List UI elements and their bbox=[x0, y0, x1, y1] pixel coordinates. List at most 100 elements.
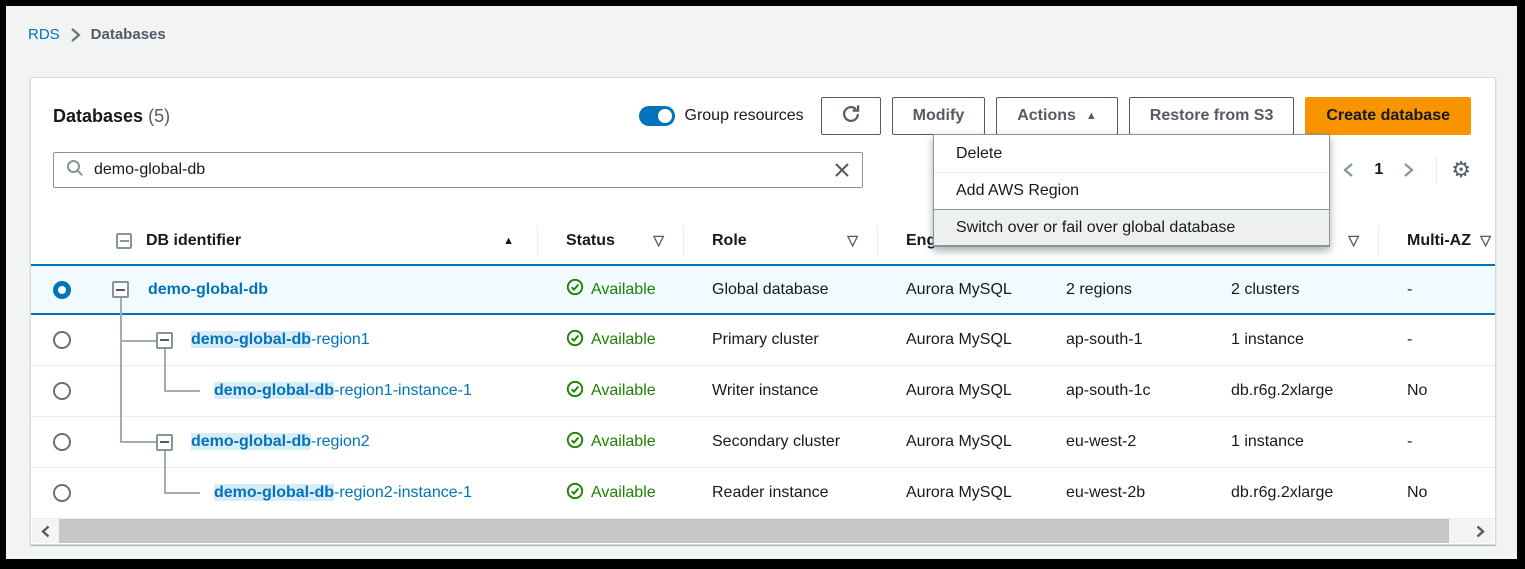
db-identifier-link[interactable]: demo-global-db-region2-instance-1 bbox=[214, 484, 472, 502]
header-status-label: Status bbox=[566, 232, 615, 250]
scroll-right-icon[interactable] bbox=[1467, 519, 1494, 543]
breadcrumb: RDS Databases bbox=[28, 26, 166, 43]
table-body: demo-global-db Available Global database… bbox=[31, 264, 1495, 519]
engine-cell: Aurora MySQL bbox=[878, 433, 1038, 451]
actions-button-label: Actions bbox=[1017, 107, 1076, 125]
resource-count: (5) bbox=[148, 106, 170, 126]
search-input[interactable]: demo-global-db bbox=[53, 152, 863, 188]
db-identifier-link[interactable]: demo-global-db-region1-instance-1 bbox=[214, 382, 472, 400]
multi-az-cell: - bbox=[1379, 331, 1495, 349]
role-cell: Secondary cluster bbox=[684, 433, 878, 451]
db-identifier-link[interactable]: demo-global-db-region1 bbox=[191, 331, 370, 349]
search-value: demo-global-db bbox=[94, 161, 824, 179]
status-cell: Available bbox=[538, 278, 684, 301]
table-row[interactable]: demo-global-db-region1 Available Primary… bbox=[31, 315, 1495, 366]
header-status[interactable]: Status ▽ bbox=[538, 226, 684, 256]
region-cell: eu-west-2 bbox=[1038, 433, 1203, 451]
row-radio[interactable] bbox=[53, 382, 71, 400]
size-cell: 1 instance bbox=[1203, 433, 1379, 451]
menu-item-add-aws-region[interactable]: Add AWS Region bbox=[934, 172, 1329, 209]
header-role-label: Role bbox=[712, 232, 747, 250]
actions-dropdown-menu: Delete Add AWS Region Switch over or fai… bbox=[933, 134, 1330, 247]
multi-az-filter-icon[interactable]: ▽ bbox=[1480, 232, 1491, 249]
engine-cell: Aurora MySQL bbox=[878, 281, 1038, 299]
collapse-row-icon[interactable] bbox=[112, 281, 129, 298]
table-row[interactable]: demo-global-db Available Global database… bbox=[31, 264, 1495, 315]
status-text: Available bbox=[591, 433, 656, 451]
status-cell: Available bbox=[538, 482, 684, 505]
next-page-button[interactable] bbox=[1395, 158, 1422, 182]
breadcrumb-chevron-icon bbox=[70, 28, 81, 42]
actions-button[interactable]: Actions ▲ bbox=[996, 97, 1118, 135]
group-resources-toggle[interactable]: Group resources bbox=[639, 106, 804, 126]
size-cell: 1 instance bbox=[1203, 331, 1379, 349]
horizontal-scrollbar[interactable] bbox=[32, 519, 1494, 543]
refresh-icon bbox=[840, 103, 862, 130]
multi-az-cell: - bbox=[1379, 433, 1495, 451]
breadcrumb-current: Databases bbox=[91, 26, 166, 43]
modify-button[interactable]: Modify bbox=[892, 97, 986, 135]
rds-console-screen: RDS Databases Databases (5) Group resour… bbox=[0, 0, 1525, 569]
row-radio[interactable] bbox=[53, 484, 71, 502]
breadcrumb-rds-link[interactable]: RDS bbox=[28, 26, 60, 43]
panel-header: Databases (5) Group resources Modify Act… bbox=[31, 78, 1495, 136]
size-filter-icon[interactable]: ▽ bbox=[1348, 232, 1359, 249]
status-cell: Available bbox=[538, 380, 684, 403]
pagination-divider bbox=[1436, 157, 1437, 183]
scrollbar-track[interactable] bbox=[1449, 519, 1467, 543]
size-cell: db.r6g.2xlarge bbox=[1203, 382, 1379, 400]
header-db-identifier-label: DB identifier bbox=[146, 232, 241, 250]
page-title: Databases (5) bbox=[53, 106, 170, 127]
create-database-button[interactable]: Create database bbox=[1305, 97, 1471, 135]
menu-item-switch-over-or-fail-over[interactable]: Switch over or fail over global database bbox=[933, 209, 1330, 246]
row-radio-selected[interactable] bbox=[53, 281, 71, 299]
restore-from-s3-button[interactable]: Restore from S3 bbox=[1129, 97, 1295, 135]
region-cell: ap-south-1 bbox=[1038, 331, 1203, 349]
collapse-row-icon[interactable] bbox=[156, 434, 173, 451]
header-db-identifier[interactable]: DB identifier ▲ bbox=[93, 226, 538, 256]
refresh-button[interactable] bbox=[821, 97, 881, 135]
page-title-text: Databases bbox=[53, 106, 143, 126]
scroll-left-icon[interactable] bbox=[32, 519, 59, 543]
db-identifier-link[interactable]: demo-global-db bbox=[148, 281, 268, 299]
role-filter-icon[interactable]: ▽ bbox=[847, 232, 858, 249]
multi-az-cell: No bbox=[1379, 484, 1495, 502]
available-check-icon bbox=[566, 329, 584, 352]
available-check-icon bbox=[566, 278, 584, 301]
available-check-icon bbox=[566, 431, 584, 454]
table-row[interactable]: demo-global-db-region2 Available Seconda… bbox=[31, 417, 1495, 468]
engine-cell: Aurora MySQL bbox=[878, 382, 1038, 400]
header-multi-az[interactable]: Multi-AZ ▽ bbox=[1379, 226, 1495, 256]
header-role[interactable]: Role ▽ bbox=[684, 226, 878, 256]
region-cell: ap-south-1c bbox=[1038, 382, 1203, 400]
clear-search-icon[interactable] bbox=[834, 162, 850, 178]
status-filter-icon[interactable]: ▽ bbox=[653, 232, 664, 249]
region-cell: 2 regions bbox=[1038, 281, 1203, 299]
table-row[interactable]: demo-global-db-region2-instance-1 Availa… bbox=[31, 468, 1495, 519]
db-identifier-link[interactable]: demo-global-db-region2 bbox=[191, 433, 370, 451]
row-radio[interactable] bbox=[53, 433, 71, 451]
table-row[interactable]: demo-global-db-region1-instance-1 Availa… bbox=[31, 366, 1495, 417]
status-text: Available bbox=[591, 331, 656, 349]
row-radio[interactable] bbox=[53, 331, 71, 349]
previous-page-button[interactable] bbox=[1335, 158, 1362, 182]
role-cell: Reader instance bbox=[684, 484, 878, 502]
collapse-row-icon[interactable] bbox=[156, 332, 173, 349]
page-number[interactable]: 1 bbox=[1366, 157, 1391, 183]
settings-gear-icon[interactable]: ⚙ bbox=[1451, 159, 1471, 181]
role-cell: Primary cluster bbox=[684, 331, 878, 349]
role-cell: Writer instance bbox=[684, 382, 878, 400]
size-cell: 2 clusters bbox=[1203, 281, 1379, 299]
toggle-on-icon[interactable] bbox=[639, 106, 675, 126]
status-text: Available bbox=[591, 484, 656, 502]
engine-cell: Aurora MySQL bbox=[878, 331, 1038, 349]
caret-up-icon: ▲ bbox=[1086, 110, 1097, 122]
role-cell: Global database bbox=[684, 281, 878, 299]
databases-table: DB identifier ▲ Status ▽ Role ▽ Engine bbox=[31, 217, 1495, 519]
collapse-all-checkbox-icon[interactable] bbox=[116, 233, 132, 249]
engine-cell: Aurora MySQL bbox=[878, 484, 1038, 502]
scrollbar-thumb[interactable] bbox=[59, 519, 1449, 543]
menu-item-delete[interactable]: Delete bbox=[934, 135, 1329, 172]
pagination: 1 ⚙ bbox=[1335, 157, 1471, 183]
sort-ascending-icon[interactable]: ▲ bbox=[503, 235, 514, 247]
